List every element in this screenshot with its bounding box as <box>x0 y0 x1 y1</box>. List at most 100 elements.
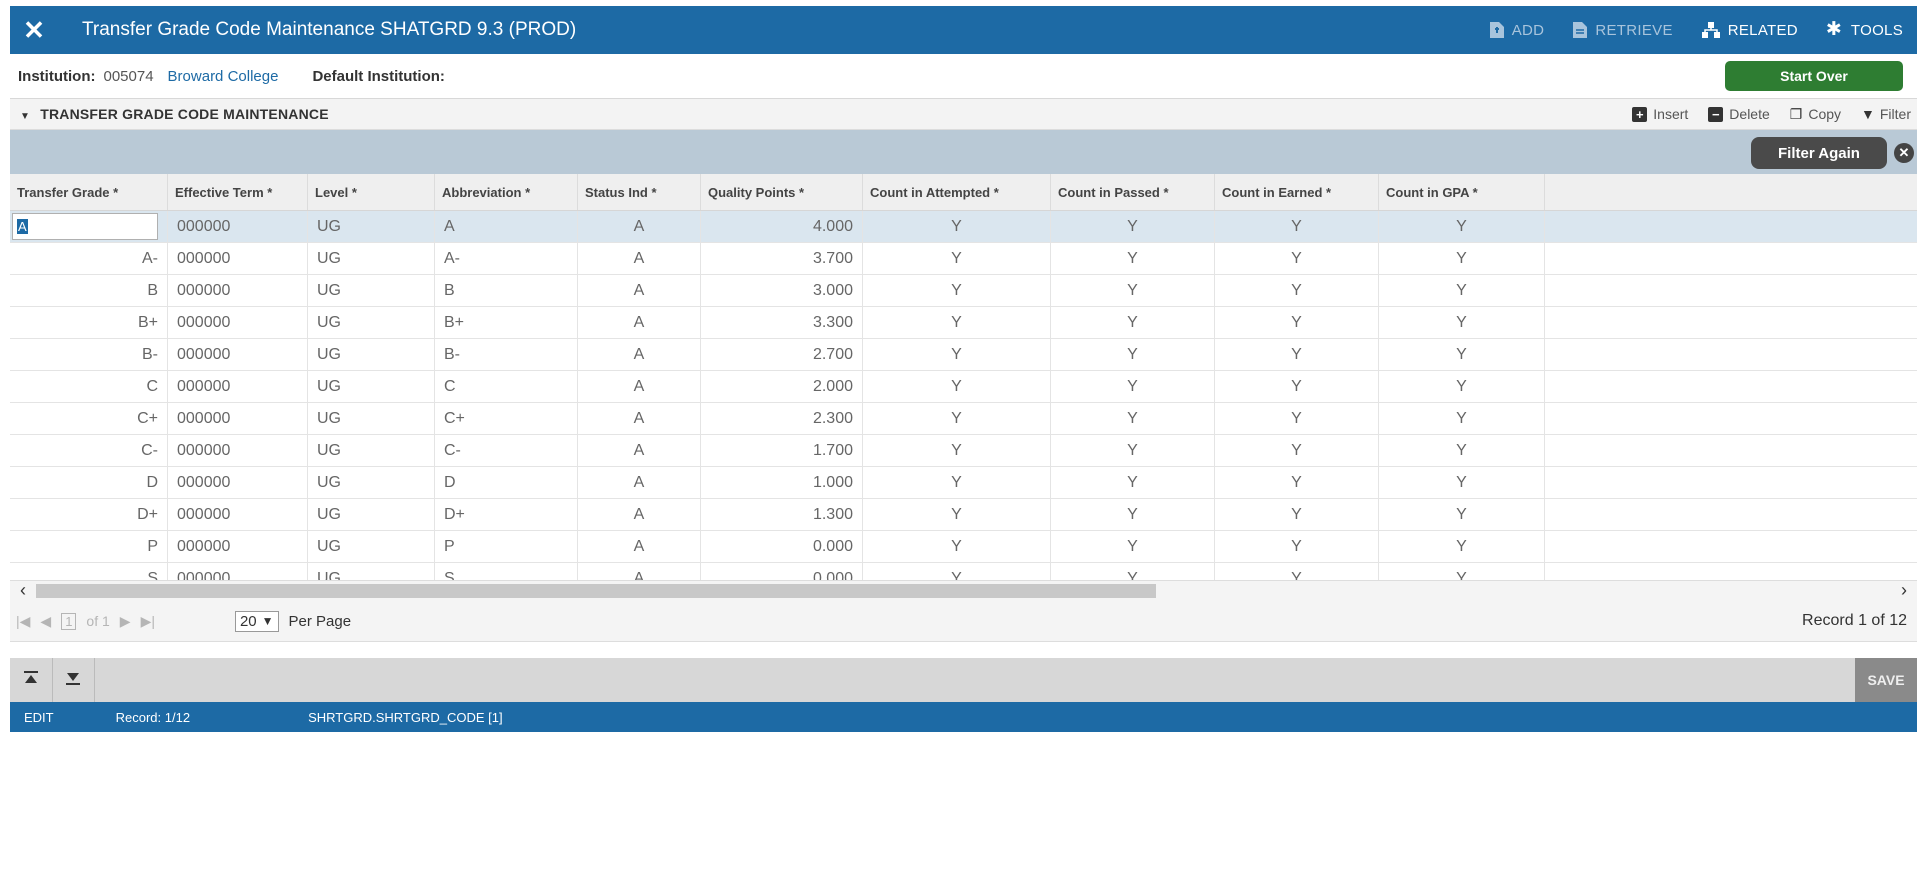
cell-count-in-earned[interactable]: Y <box>1215 339 1379 370</box>
filter-button[interactable]: ▼ Filter <box>1861 106 1911 122</box>
cell-count-in-passed[interactable]: Y <box>1051 275 1215 306</box>
cell-count-in-gpa[interactable]: Y <box>1379 307 1545 338</box>
table-row[interactable]: B 000000 UG B A 3.000 Y Y Y Y <box>10 275 1917 307</box>
cell-transfer-grade[interactable]: B- <box>10 339 168 370</box>
cell-effective-term[interactable]: 000000 <box>168 435 308 466</box>
cell-transfer-grade[interactable]: C+ <box>10 403 168 434</box>
scrollbar-thumb[interactable] <box>36 584 1156 598</box>
cell-count-in-earned[interactable]: Y <box>1215 371 1379 402</box>
next-page-icon[interactable]: ▶ <box>120 613 131 630</box>
column-header-quality-points[interactable]: Quality Points * <box>701 174 863 210</box>
previous-section-button[interactable] <box>10 658 53 702</box>
column-header-level[interactable]: Level * <box>308 174 435 210</box>
cell-status-ind[interactable]: A <box>578 243 701 274</box>
cell-count-in-earned[interactable]: Y <box>1215 307 1379 338</box>
retrieve-button[interactable]: RETRIEVE <box>1558 6 1686 54</box>
table-row[interactable]: B- 000000 UG B- A 2.700 Y Y Y Y <box>10 339 1917 371</box>
cell-abbreviation[interactable]: C- <box>435 435 578 466</box>
cell-status-ind[interactable]: A <box>578 371 701 402</box>
cell-status-ind[interactable]: A <box>578 467 701 498</box>
save-button[interactable]: SAVE <box>1855 658 1917 702</box>
cell-level[interactable]: UG <box>308 371 435 402</box>
cell-effective-term[interactable]: 000000 <box>168 275 308 306</box>
cell-count-in-passed[interactable]: Y <box>1051 467 1215 498</box>
cell-count-in-passed[interactable]: Y <box>1051 499 1215 530</box>
cell-quality-points[interactable]: 3.300 <box>701 307 863 338</box>
cell-level[interactable]: UG <box>308 403 435 434</box>
transfer-grade-input[interactable]: A <box>12 213 158 240</box>
cell-count-in-gpa[interactable]: Y <box>1379 339 1545 370</box>
cell-count-in-attempted[interactable]: Y <box>863 499 1051 530</box>
cell-transfer-grade[interactable]: C <box>10 371 168 402</box>
table-row[interactable]: C+ 000000 UG C+ A 2.300 Y Y Y Y <box>10 403 1917 435</box>
cell-count-in-earned[interactable]: Y <box>1215 243 1379 274</box>
cell-effective-term[interactable]: 000000 <box>168 499 308 530</box>
cell-status-ind[interactable]: A <box>578 403 701 434</box>
cell-level[interactable]: UG <box>308 531 435 562</box>
cell-count-in-attempted[interactable]: Y <box>863 307 1051 338</box>
column-header-count-in-gpa[interactable]: Count in GPA * <box>1379 174 1545 210</box>
cell-count-in-attempted[interactable]: Y <box>863 403 1051 434</box>
cell-transfer-grade[interactable]: A- <box>10 243 168 274</box>
table-row[interactable]: C- 000000 UG C- A 1.700 Y Y Y Y <box>10 435 1917 467</box>
cell-transfer-grade[interactable]: D <box>10 467 168 498</box>
cell-count-in-earned[interactable]: Y <box>1215 467 1379 498</box>
cell-count-in-gpa[interactable]: Y <box>1379 435 1545 466</box>
cell-abbreviation[interactable]: B- <box>435 339 578 370</box>
cell-status-ind[interactable]: A <box>578 307 701 338</box>
cell-quality-points[interactable]: 3.700 <box>701 243 863 274</box>
cell-effective-term[interactable]: 000000 <box>168 307 308 338</box>
cell-status-ind[interactable]: A <box>578 211 701 242</box>
table-row[interactable]: D 000000 UG D A 1.000 Y Y Y Y <box>10 467 1917 499</box>
column-header-count-in-attempted[interactable]: Count in Attempted * <box>863 174 1051 210</box>
cell-count-in-earned[interactable]: Y <box>1215 435 1379 466</box>
table-row[interactable]: A 000000 UG A A 4.000 Y Y Y Y <box>10 211 1917 243</box>
cell-count-in-gpa[interactable]: Y <box>1379 403 1545 434</box>
cell-level[interactable]: UG <box>308 499 435 530</box>
cell-count-in-passed[interactable]: Y <box>1051 243 1215 274</box>
cell-quality-points[interactable]: 4.000 <box>701 211 863 242</box>
cell-transfer-grade[interactable]: A <box>10 211 168 242</box>
cell-count-in-attempted[interactable]: Y <box>863 531 1051 562</box>
cell-transfer-grade[interactable]: B+ <box>10 307 168 338</box>
cell-quality-points[interactable]: 1.700 <box>701 435 863 466</box>
column-header-effective-term[interactable]: Effective Term * <box>168 174 308 210</box>
cell-abbreviation[interactable]: C+ <box>435 403 578 434</box>
column-header-transfer-grade[interactable]: Transfer Grade * <box>10 174 168 210</box>
cell-count-in-attempted[interactable]: Y <box>863 243 1051 274</box>
cell-count-in-earned[interactable]: Y <box>1215 499 1379 530</box>
cell-quality-points[interactable]: 3.000 <box>701 275 863 306</box>
per-page-select[interactable]: 20 ▼ <box>234 610 279 632</box>
cell-quality-points[interactable]: 1.000 <box>701 467 863 498</box>
cell-transfer-grade[interactable]: D+ <box>10 499 168 530</box>
cell-count-in-passed[interactable]: Y <box>1051 435 1215 466</box>
column-header-count-in-earned[interactable]: Count in Earned * <box>1215 174 1379 210</box>
copy-button[interactable]: ❐ Copy <box>1790 106 1841 123</box>
cell-level[interactable]: UG <box>308 243 435 274</box>
cell-abbreviation[interactable]: C <box>435 371 578 402</box>
cell-count-in-passed[interactable]: Y <box>1051 371 1215 402</box>
cell-status-ind[interactable]: A <box>578 499 701 530</box>
cell-count-in-attempted[interactable]: Y <box>863 339 1051 370</box>
insert-button[interactable]: + Insert <box>1632 106 1688 122</box>
cell-quality-points[interactable]: 2.700 <box>701 339 863 370</box>
cell-level[interactable]: UG <box>308 307 435 338</box>
cell-abbreviation[interactable]: B+ <box>435 307 578 338</box>
cell-abbreviation[interactable]: P <box>435 531 578 562</box>
start-over-button[interactable]: Start Over <box>1725 61 1903 91</box>
cell-count-in-earned[interactable]: Y <box>1215 211 1379 242</box>
cell-count-in-gpa[interactable]: Y <box>1379 499 1545 530</box>
cell-count-in-attempted[interactable]: Y <box>863 211 1051 242</box>
collapse-arrow-icon[interactable]: ▼ <box>20 111 30 122</box>
cell-count-in-gpa[interactable]: Y <box>1379 243 1545 274</box>
cell-effective-term[interactable]: 000000 <box>168 243 308 274</box>
cell-count-in-gpa[interactable]: Y <box>1379 275 1545 306</box>
cell-level[interactable]: UG <box>308 467 435 498</box>
cell-count-in-passed[interactable]: Y <box>1051 403 1215 434</box>
cell-count-in-earned[interactable]: Y <box>1215 531 1379 562</box>
cell-abbreviation[interactable]: D+ <box>435 499 578 530</box>
first-page-icon[interactable]: |◀ <box>16 613 30 630</box>
cell-count-in-passed[interactable]: Y <box>1051 339 1215 370</box>
cell-abbreviation[interactable]: B <box>435 275 578 306</box>
cell-quality-points[interactable]: 2.300 <box>701 403 863 434</box>
